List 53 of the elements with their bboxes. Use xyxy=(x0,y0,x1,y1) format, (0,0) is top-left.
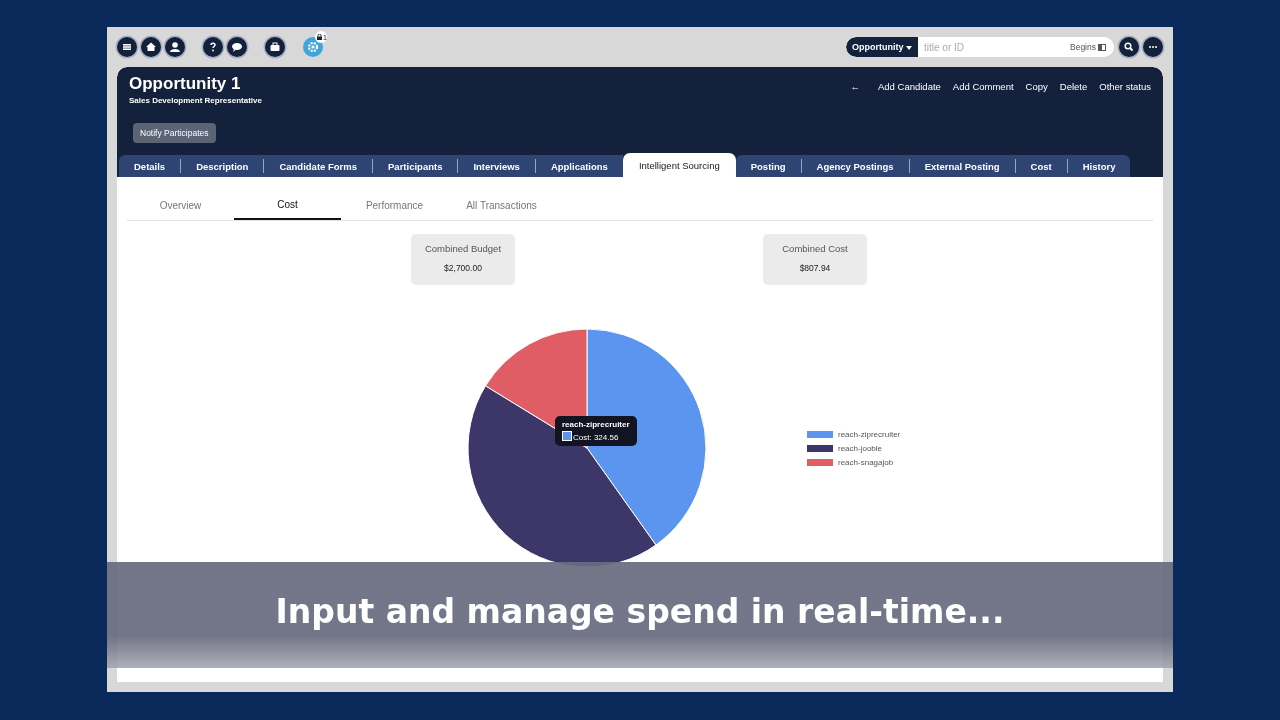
stat-value: $807.94 xyxy=(798,263,832,273)
tab[interactable]: Candidate Forms xyxy=(263,159,373,173)
more-icon[interactable] xyxy=(1143,37,1163,57)
help-icon[interactable] xyxy=(203,37,223,57)
record-subtitle: Sales Development Representative xyxy=(129,96,262,105)
header-action[interactable]: Add Comment xyxy=(952,81,1014,105)
tab[interactable]: Details xyxy=(119,159,181,173)
tab[interactable]: Cost xyxy=(1014,159,1067,173)
tab[interactable]: External Posting xyxy=(908,159,1015,173)
notify-participants-button[interactable]: Notify Participates xyxy=(133,123,216,143)
header-action[interactable]: Add Candidate xyxy=(878,81,941,105)
stat-label: Combined Cost xyxy=(781,243,849,254)
sub-tab[interactable]: Overview xyxy=(127,190,234,220)
lock-icon xyxy=(317,34,322,40)
tab[interactable]: Participants xyxy=(372,159,458,173)
back-arrow[interactable]: ← xyxy=(850,81,860,105)
header-action[interactable]: Delete xyxy=(1059,81,1088,105)
sub-tab[interactable]: All Transactions xyxy=(448,190,555,220)
home-icon[interactable] xyxy=(141,37,161,57)
header-action[interactable]: Copy xyxy=(1025,81,1048,105)
tab[interactable]: Intelligent Sourcing xyxy=(622,153,736,177)
sub-tab[interactable]: Cost xyxy=(234,190,341,220)
stat-value: $2,700.00 xyxy=(443,263,483,273)
legend-swatch xyxy=(807,444,833,452)
briefcase-icon[interactable] xyxy=(265,37,285,57)
legend-label: reach-ziprecruiter xyxy=(838,429,901,439)
tab[interactable]: History xyxy=(1066,159,1131,173)
tab[interactable]: Description xyxy=(180,159,264,173)
tooltip-text: Cost: 324.56 xyxy=(573,433,619,442)
caption-text: Input and manage spend in real-time... xyxy=(275,591,1005,631)
toggle-icon[interactable] xyxy=(1098,43,1106,51)
record-title: Opportunity 1 xyxy=(129,74,242,94)
user-icon[interactable] xyxy=(165,37,185,57)
menu-icon[interactable] xyxy=(117,37,137,57)
tab[interactable]: Applications xyxy=(534,159,623,173)
tab[interactable]: Posting xyxy=(735,159,801,173)
stat-label: Combined Budget xyxy=(423,243,503,254)
caret-icon xyxy=(906,46,912,50)
legend-label: reach-snagajob xyxy=(838,457,894,467)
legend-label: reach-jooble xyxy=(838,443,883,453)
legend-swatch xyxy=(807,458,833,466)
tooltip-title: reach-ziprecruiter xyxy=(562,420,630,429)
tab[interactable]: Interviews xyxy=(457,159,535,173)
sub-tab[interactable]: Performance xyxy=(341,190,448,220)
search-field[interactable]: Opportunity title or ID Begins xyxy=(846,37,1114,57)
search-icon[interactable] xyxy=(1119,37,1139,57)
tab[interactable]: Agency Postings xyxy=(800,159,909,173)
header-action[interactable]: Other status xyxy=(1099,81,1151,105)
match-mode-label: Begins xyxy=(1070,42,1096,52)
legend-swatch xyxy=(807,430,833,438)
chat-icon[interactable] xyxy=(227,37,247,57)
settings-icon[interactable] xyxy=(303,37,323,57)
scope-dropdown[interactable]: Opportunity xyxy=(846,37,918,57)
